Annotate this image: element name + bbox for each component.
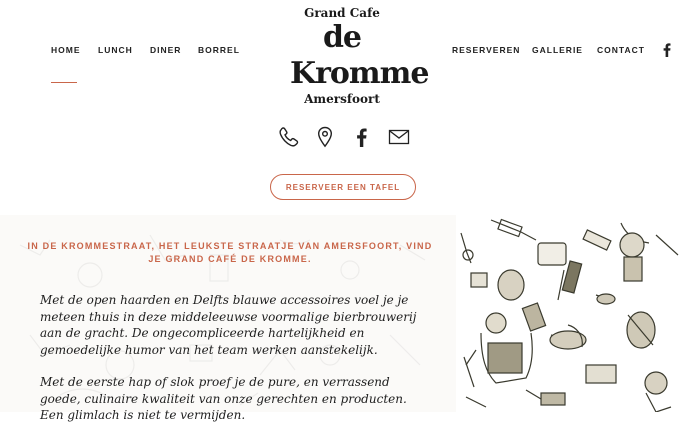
nav-diner[interactable]: DINER — [150, 45, 181, 55]
nav-contact[interactable]: CONTACT — [597, 45, 645, 55]
intro-lead-text: IN DE KROMMESTRAAT, HET LEUKSTE STRAATJE… — [27, 241, 433, 264]
phone-icon[interactable] — [277, 125, 301, 149]
mail-icon[interactable] — [387, 125, 411, 149]
sketch-collage-image — [460, 218, 679, 412]
nav-borrel[interactable]: BORREL — [198, 45, 240, 55]
active-nav-underline — [51, 82, 77, 83]
nav-gallerie[interactable]: GALLERIE — [532, 45, 583, 55]
nav-lunch[interactable]: LUNCH — [98, 45, 133, 55]
facebook-icon[interactable] — [350, 125, 374, 149]
logo-main-text: de Kromme — [290, 20, 429, 91]
facebook-nav-icon[interactable] — [661, 43, 673, 57]
logo-bottom-text: Amersfoort — [304, 92, 380, 106]
logo-top-text: Grand Cafe — [304, 6, 380, 20]
site-logo[interactable]: Grand Cafe de Kromme Amersfoort — [290, 6, 429, 106]
intro-paragraph-1: Met de open haarden en Delfts blauwe acc… — [40, 293, 417, 357]
sketch-illustration — [456, 215, 687, 412]
intro-paragraph-2: Met de eerste hap of slok proef je de pu… — [40, 375, 407, 422]
map-pin-icon[interactable] — [313, 125, 337, 149]
nav-home[interactable]: HOME — [51, 45, 81, 55]
reserve-table-button[interactable]: RESERVEER EEN TAFEL — [270, 174, 416, 200]
nav-reserveren[interactable]: RESERVEREN — [452, 45, 520, 55]
